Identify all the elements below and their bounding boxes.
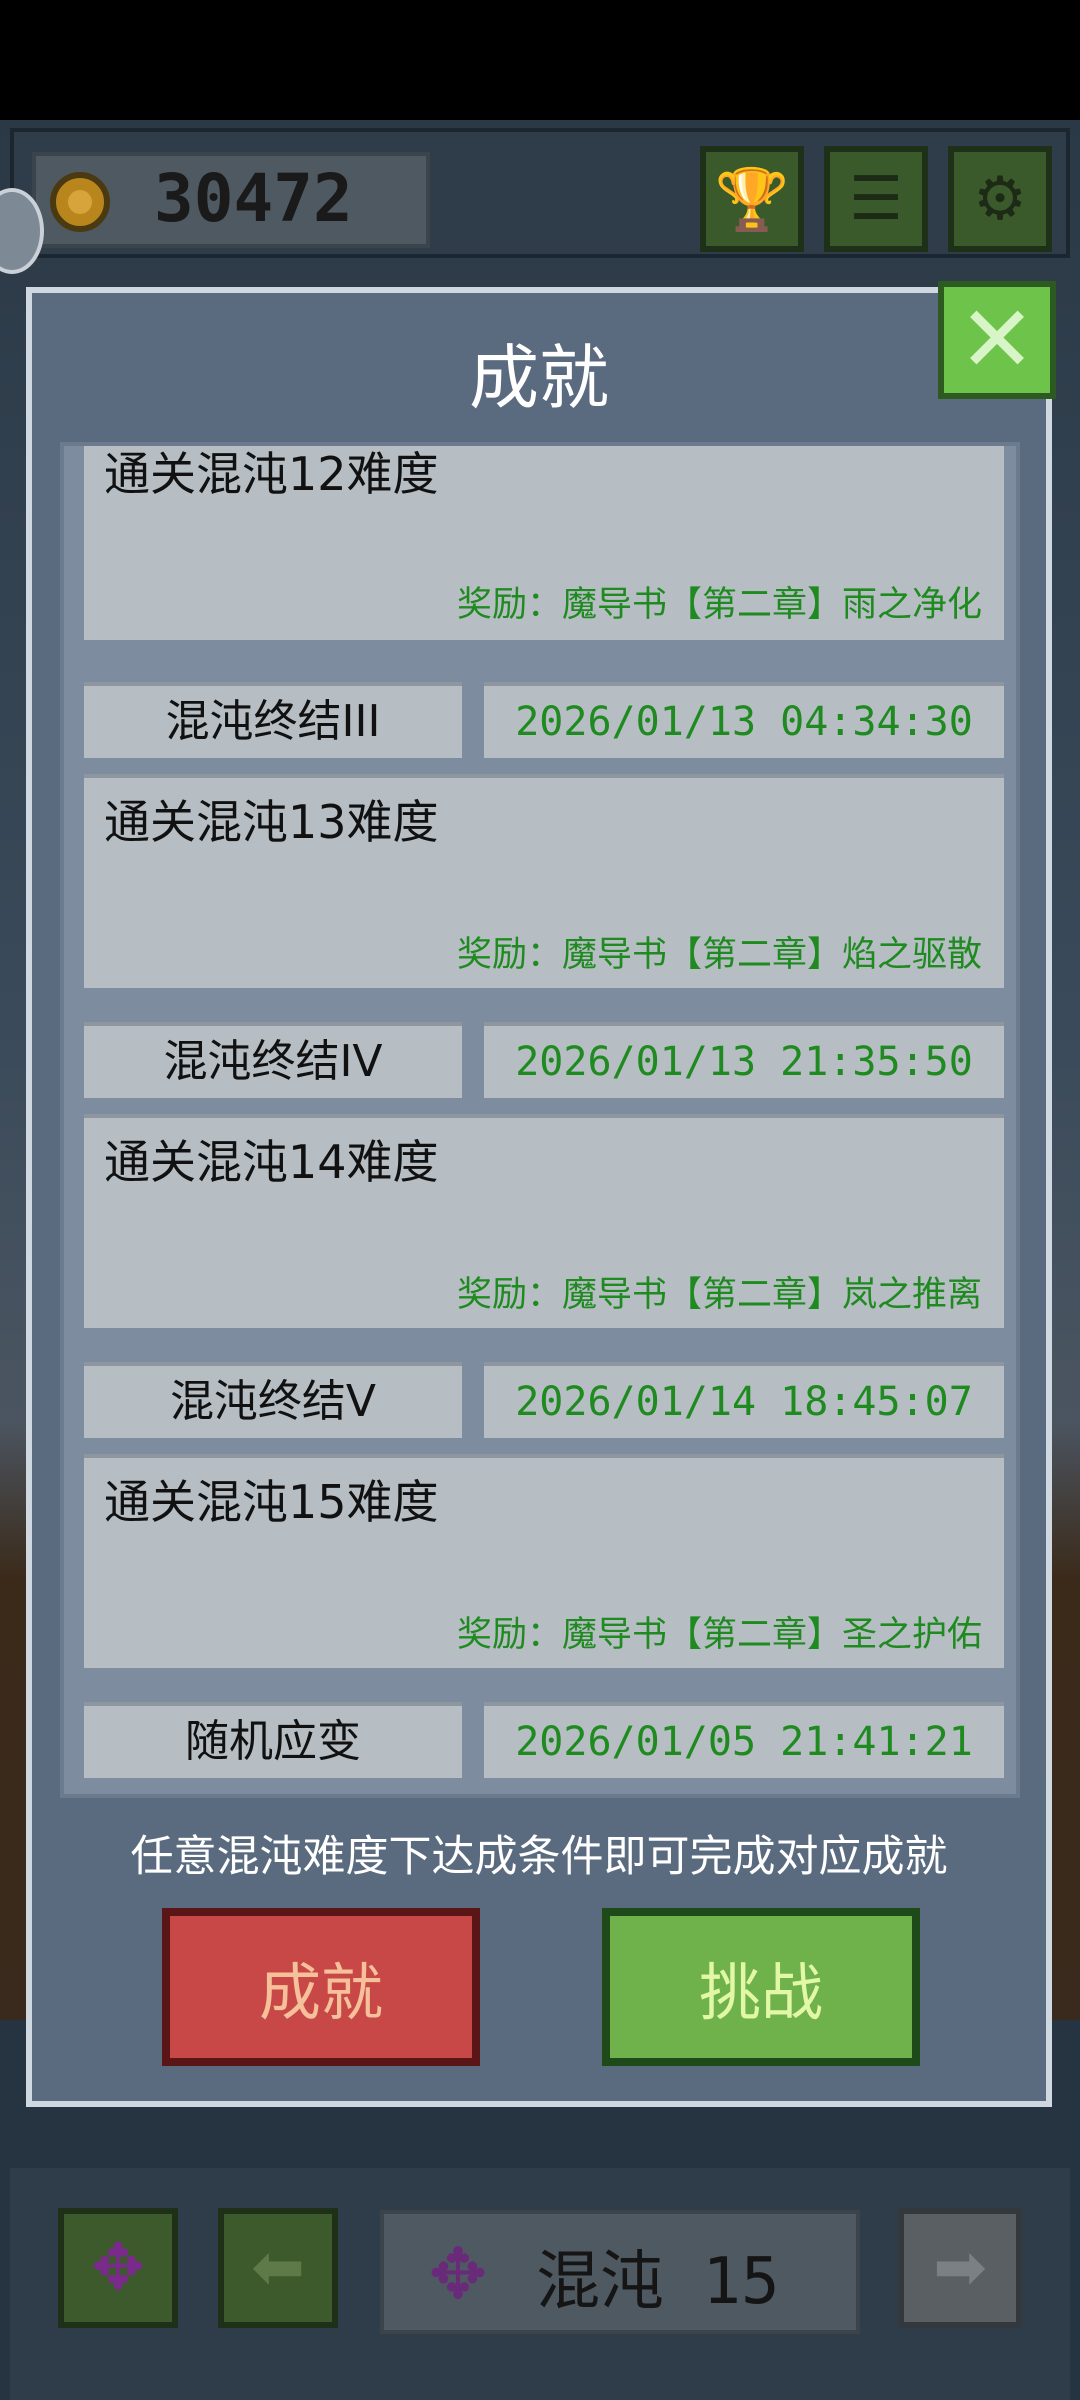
achievement-name: 随机应变: [84, 1702, 462, 1778]
achievement-reward: 奖励：魔导书【第二章】岚之推离: [456, 1275, 982, 1315]
previous-level-button[interactable]: ⬅: [218, 2208, 338, 2328]
achievement-description: 通关混沌13难度: [104, 795, 439, 849]
achievement-name: 混沌终结III: [84, 682, 462, 758]
coin-icon: [50, 172, 110, 232]
coin-amount: 30472: [154, 160, 353, 237]
hint-text: 任意混沌难度下达成条件即可完成对应成就: [130, 1832, 948, 1882]
achievement-reward: 奖励：魔导书【第二章】雨之净化: [456, 585, 982, 625]
trophy-button[interactable]: 🏆: [700, 146, 804, 252]
settings-button[interactable]: ⚙: [948, 146, 1052, 252]
arrow-right-icon: ➡: [933, 2231, 987, 2305]
list-icon: ☰: [849, 164, 903, 234]
achievements-tab-button[interactable]: 成就: [162, 1908, 480, 2066]
achievement-date: 2026/01/14 18:45:07: [484, 1362, 1004, 1438]
rune-button[interactable]: ✥: [58, 2208, 178, 2328]
rune-icon: ✥: [91, 2231, 145, 2305]
close-button[interactable]: ✕: [938, 281, 1056, 399]
achievement-date: 2026/01/13 04:34:30: [484, 682, 1004, 758]
achievement-reward: 奖励：魔导书【第二章】焰之驱散: [456, 935, 982, 975]
gear-icon: ⚙: [973, 164, 1027, 234]
list-button[interactable]: ☰: [824, 146, 928, 252]
achievement-list[interactable]: 通关混沌12难度 奖励：魔导书【第二章】雨之净化 混沌终结III 2026/01…: [60, 442, 1020, 1798]
achievement-description: 通关混沌12难度: [104, 447, 439, 501]
achievement-date: 2026/01/05 21:41:21: [484, 1702, 1004, 1778]
trophy-icon: 🏆: [714, 164, 790, 235]
achievement-description: 通关混沌15难度: [104, 1475, 439, 1529]
achievement-date: 2026/01/13 21:35:50: [484, 1022, 1004, 1098]
achievement-card: 通关混沌13难度 奖励：魔导书【第二章】焰之驱散: [84, 774, 1004, 988]
achievement-description: 通关混沌14难度: [104, 1135, 439, 1189]
next-level-button[interactable]: ➡: [898, 2208, 1022, 2328]
close-icon: ✕: [958, 286, 1036, 393]
challenge-tab-button[interactable]: 挑战: [602, 1908, 920, 2066]
rune-icon: ✥: [428, 2233, 488, 2315]
achievement-name: 混沌终结V: [84, 1362, 462, 1438]
achievement-card: 通关混沌14难度 奖励：魔导书【第二章】岚之推离: [84, 1114, 1004, 1328]
achievement-name: 混沌终结IV: [84, 1022, 462, 1098]
arrow-left-icon: ⬅: [251, 2231, 305, 2305]
achievement-reward: 奖励：魔导书【第二章】圣之护佑: [456, 1615, 982, 1655]
achievement-card: 通关混沌15难度 奖励：魔导书【第二章】圣之护佑: [84, 1454, 1004, 1668]
level-label: 混沌 15: [536, 2245, 780, 2319]
achievement-card: 通关混沌12难度 奖励：魔导书【第二章】雨之净化: [84, 446, 1004, 640]
dialog-title: 成就: [469, 337, 609, 419]
